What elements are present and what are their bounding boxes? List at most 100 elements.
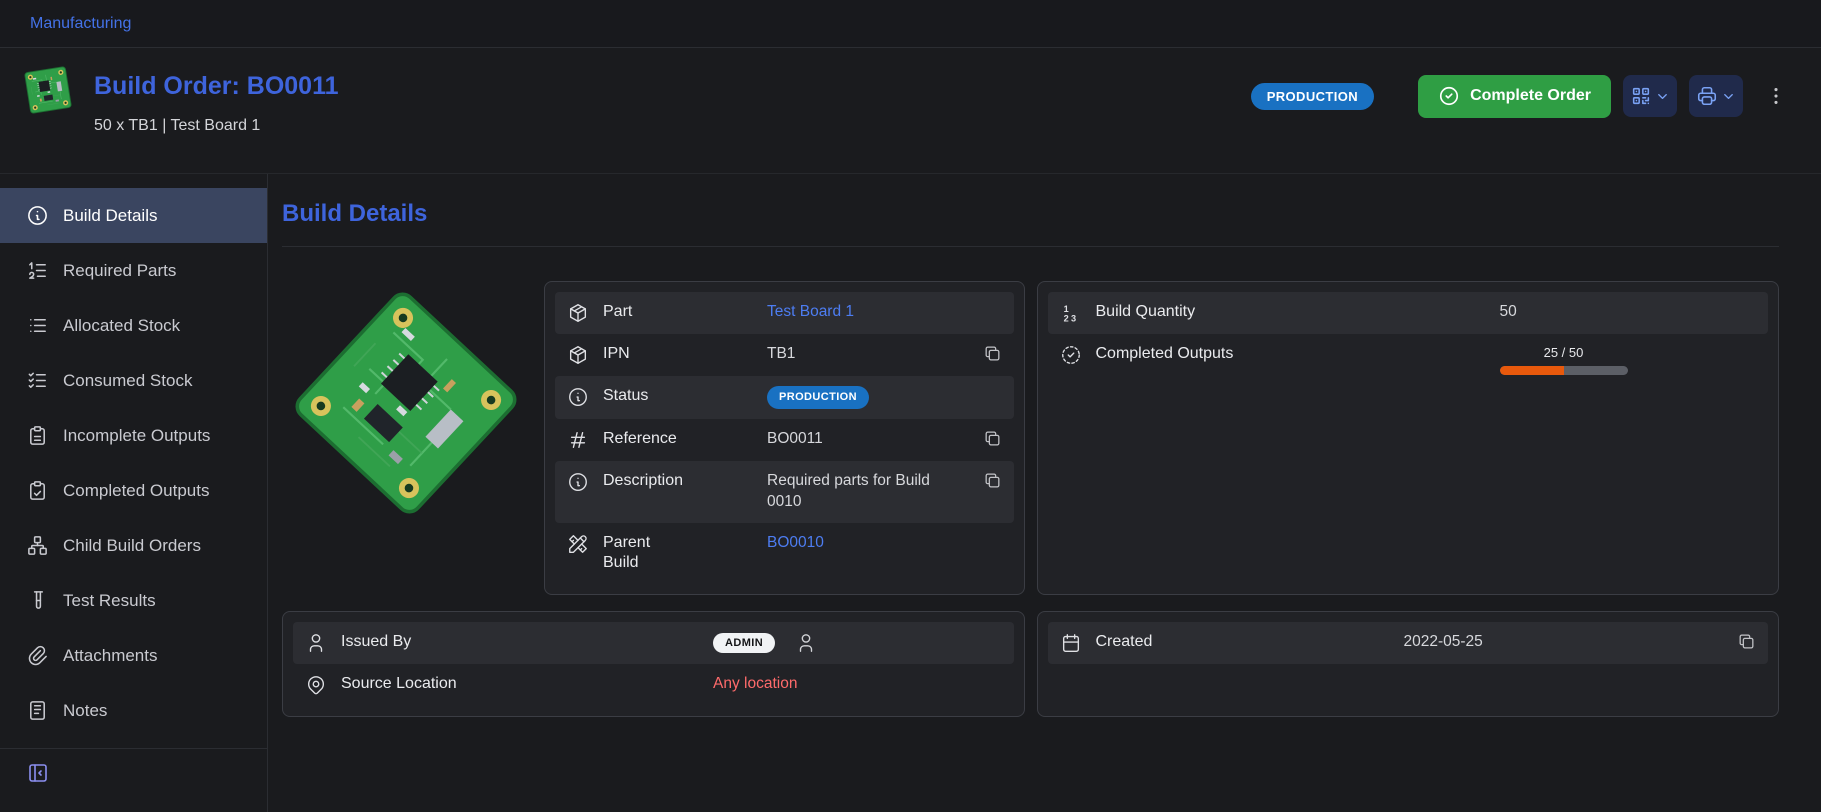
detail-row-build-quantity: 123 Build Quantity 50	[1048, 292, 1769, 334]
detail-label: Completed Outputs	[1096, 344, 1500, 365]
info-circle-icon	[26, 204, 49, 227]
sidebar-collapse-icon	[26, 761, 50, 785]
numbers-123-icon: 123	[1060, 302, 1082, 324]
sidebar-item-test-results[interactable]: Test Results	[0, 573, 267, 628]
sidebar-collapse-button[interactable]	[26, 761, 50, 785]
issued-by-badge: ADMIN	[713, 633, 775, 653]
page-title: Build Order: BO0011	[94, 72, 339, 101]
tools-icon	[567, 533, 589, 555]
copy-button[interactable]	[1737, 632, 1756, 651]
status-badge: PRODUCTION	[1251, 83, 1374, 110]
overflow-menu-button[interactable]	[1761, 81, 1791, 111]
copy-icon	[1737, 632, 1756, 651]
sidebar-item-allocated-stock[interactable]: Allocated Stock	[0, 298, 267, 353]
copy-button[interactable]	[983, 471, 1002, 490]
svg-text:2: 2	[1063, 313, 1068, 323]
package-icon	[567, 302, 589, 324]
detail-label: Description	[603, 471, 767, 492]
detail-row-ipn: IPN TB1	[555, 334, 1014, 376]
parent-build-link[interactable]: BO0010	[767, 533, 1002, 554]
build-part-image[interactable]	[284, 281, 527, 524]
copy-button[interactable]	[983, 429, 1002, 448]
clipboard-icon	[26, 424, 49, 447]
qrcode-icon	[1630, 85, 1652, 107]
part-link[interactable]: Test Board 1	[767, 302, 1002, 323]
notes-icon	[26, 699, 49, 722]
detail-row-issued-by: Issued By ADMIN	[293, 622, 1014, 664]
sidebar-item-label: Test Results	[63, 591, 156, 611]
sidebar-item-label: Build Details	[63, 206, 158, 226]
sidebar-item-label: Required Parts	[63, 261, 176, 281]
detail-row-parent-build: Parent Build BO0010	[555, 523, 1014, 585]
sidebar-item-label: Incomplete Outputs	[63, 426, 210, 446]
hash-icon	[567, 429, 589, 451]
copy-icon	[983, 471, 1002, 490]
sidebar-item-label: Completed Outputs	[63, 481, 209, 501]
list-icon	[26, 314, 49, 337]
detail-label: Status	[603, 386, 767, 407]
paperclip-icon	[26, 644, 49, 667]
sidebar-item-completed-outputs[interactable]: Completed Outputs	[0, 463, 267, 518]
sidebar-item-label: Child Build Orders	[63, 536, 201, 556]
detail-label: IPN	[603, 344, 767, 365]
chevron-down-icon	[1655, 89, 1670, 104]
list-check-icon	[26, 369, 49, 392]
page-subtitle: 50 x TB1 | Test Board 1	[94, 117, 339, 135]
description-value: Required parts for Build 0010	[767, 471, 945, 513]
printer-icon	[1696, 85, 1718, 107]
build-thumbnail[interactable]	[26, 68, 74, 116]
complete-order-button[interactable]: Complete Order	[1418, 75, 1611, 118]
test-tube-icon	[26, 589, 49, 612]
calendar-icon	[1060, 632, 1082, 654]
source-location-value: Any location	[713, 674, 1002, 695]
sidebar-item-label: Notes	[63, 701, 107, 721]
svg-text:3: 3	[1071, 313, 1076, 323]
progress-label: 25 / 50	[1500, 344, 1628, 362]
copy-button[interactable]	[983, 344, 1002, 363]
progress-check-icon	[1060, 344, 1082, 366]
clipboard-check-icon	[26, 479, 49, 502]
sidebar: Build Details Required Parts Allocated S…	[0, 174, 268, 812]
detail-row-reference: Reference BO0011	[555, 419, 1014, 461]
reference-value: BO0011	[767, 429, 973, 450]
map-pin-icon	[305, 674, 327, 696]
copy-icon	[983, 429, 1002, 448]
detail-row-description: Description Required parts for Build 001…	[555, 461, 1014, 523]
sidebar-item-notes[interactable]: Notes	[0, 683, 267, 738]
chevron-down-icon	[1721, 89, 1736, 104]
issue-info-card: Issued By ADMIN Source Location Any loca…	[282, 611, 1025, 717]
panel-title: Build Details	[282, 200, 1779, 228]
breadcrumb: Manufacturing	[0, 0, 1821, 48]
sidebar-item-child-build-orders[interactable]: Child Build Orders	[0, 518, 267, 573]
detail-row-completed-outputs: Completed Outputs 25 / 50	[1048, 334, 1769, 391]
ipn-value: TB1	[767, 344, 973, 365]
barcode-actions-button[interactable]	[1623, 75, 1677, 117]
detail-label: Parent Build	[603, 533, 673, 575]
sidebar-item-label: Attachments	[63, 646, 158, 666]
sidebar-item-consumed-stock[interactable]: Consumed Stock	[0, 353, 267, 408]
status-badge-small: PRODUCTION	[767, 386, 869, 409]
user-icon	[795, 632, 817, 654]
progress-fill	[1500, 366, 1564, 375]
detail-row-source-location: Source Location Any location	[293, 664, 1014, 706]
detail-label: Source Location	[341, 674, 713, 695]
sitemap-icon	[26, 534, 49, 557]
detail-label: Reference	[603, 429, 767, 450]
user-icon	[305, 632, 327, 654]
sidebar-item-attachments[interactable]: Attachments	[0, 628, 267, 683]
detail-label: Created	[1096, 632, 1404, 653]
info-circle-icon	[567, 386, 589, 408]
copy-icon	[983, 344, 1002, 363]
breadcrumb-link-manufacturing[interactable]: Manufacturing	[30, 15, 131, 33]
detail-label: Part	[603, 302, 767, 323]
progress-bar	[1500, 366, 1628, 375]
sidebar-item-incomplete-outputs[interactable]: Incomplete Outputs	[0, 408, 267, 463]
created-value: 2022-05-25	[1404, 632, 1728, 653]
panel-divider	[282, 246, 1779, 247]
print-actions-button[interactable]	[1689, 75, 1743, 117]
detail-row-created: Created 2022-05-25	[1048, 622, 1769, 664]
sidebar-item-build-details[interactable]: Build Details	[0, 188, 267, 243]
sidebar-item-required-parts[interactable]: Required Parts	[0, 243, 267, 298]
complete-order-label: Complete Order	[1470, 87, 1591, 105]
build-quantity-card: 123 Build Quantity 50 Completed Outputs …	[1037, 281, 1780, 595]
